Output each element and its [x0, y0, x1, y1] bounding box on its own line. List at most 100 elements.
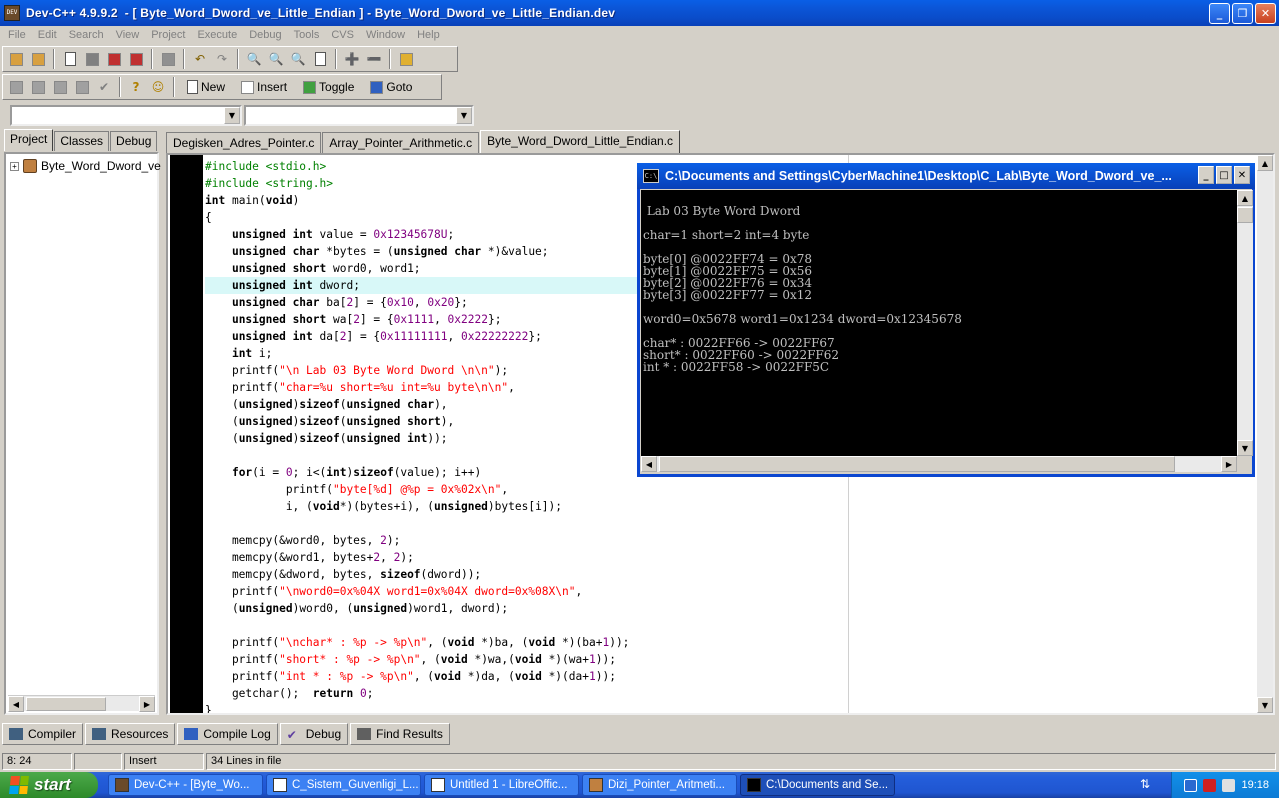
compile-icon[interactable]: [7, 78, 25, 96]
compile-run-icon[interactable]: [51, 78, 69, 96]
menu-edit[interactable]: Edit: [32, 29, 63, 41]
minimize-button[interactable]: _: [1209, 3, 1230, 24]
editor-vscrollbar[interactable]: ▲ ▼: [1257, 155, 1273, 713]
open-project-icon[interactable]: [7, 50, 25, 68]
scroll-up-icon[interactable]: ▲: [1257, 155, 1273, 171]
project-tree-item[interactable]: + Byte_Word_Dword_ve: [10, 159, 161, 173]
scroll-left-icon[interactable]: ◀: [641, 456, 657, 472]
menu-debug[interactable]: Debug: [243, 29, 287, 41]
devcpp-app-icon[interactable]: DEV: [4, 5, 20, 21]
print-icon[interactable]: [159, 50, 177, 68]
console-maximize-button[interactable]: □: [1216, 166, 1232, 184]
scroll-right-icon[interactable]: ▶: [139, 696, 155, 712]
scroll-left-icon[interactable]: ◀: [8, 696, 24, 712]
code-line[interactable]: printf("byte[%d] @%p = 0x%02x\n",: [205, 481, 805, 498]
tab-classes[interactable]: Classes: [54, 131, 110, 151]
redo-icon[interactable]: ↷: [213, 50, 231, 68]
scroll-thumb[interactable]: [26, 697, 106, 711]
run-icon[interactable]: [29, 78, 47, 96]
save-all-icon[interactable]: [105, 50, 123, 68]
new-file-icon[interactable]: [61, 50, 79, 68]
toggle-bookmark-button[interactable]: Toggle: [297, 77, 360, 97]
tab-compile-log[interactable]: Compile Log: [177, 723, 278, 745]
code-line[interactable]: [205, 515, 805, 532]
code-line[interactable]: memcpy(&dword, bytes, sizeof(dword));: [205, 566, 805, 583]
scroll-right-icon[interactable]: ▶: [1221, 456, 1237, 472]
menu-view[interactable]: View: [110, 29, 146, 41]
menu-window[interactable]: Window: [360, 29, 411, 41]
menu-search[interactable]: Search: [63, 29, 110, 41]
menu-help[interactable]: Help: [411, 29, 446, 41]
code-line[interactable]: [205, 617, 805, 634]
chevron-down-icon[interactable]: ▼: [224, 107, 240, 124]
check-icon[interactable]: ✔: [95, 78, 113, 96]
tab-project[interactable]: Project: [4, 129, 54, 151]
volume-icon[interactable]: [1222, 778, 1236, 792]
replace-icon[interactable]: 🔍: [267, 50, 285, 68]
goto-bookmark-button[interactable]: Goto: [364, 77, 418, 97]
tab-degisken-adres-pointer[interactable]: Degisken_Adres_Pointer.c: [166, 132, 322, 153]
console-close-button[interactable]: ✕: [1234, 166, 1250, 184]
scroll-down-icon[interactable]: ▼: [1237, 440, 1253, 456]
code-line[interactable]: printf("int * : %p -> %p\n", (void *)da,…: [205, 668, 805, 685]
new-class-button[interactable]: New: [181, 77, 231, 97]
task-c-sistem-guvenligi[interactable]: C_Sistem_Guvenligi_L...: [266, 774, 421, 796]
maximize-button[interactable]: ❐: [1232, 3, 1253, 24]
help-icon[interactable]: ?: [127, 78, 145, 96]
code-line[interactable]: }: [205, 702, 805, 713]
menu-cvs[interactable]: CVS: [325, 29, 360, 41]
antivirus-icon[interactable]: [1203, 778, 1217, 792]
project-options-icon[interactable]: [397, 50, 415, 68]
task-console[interactable]: C:\Documents and Se...: [740, 774, 895, 796]
task-dizi-pointer[interactable]: Dizi_Pointer_Aritmeti...: [582, 774, 737, 796]
member-combo[interactable]: ▼: [244, 105, 474, 126]
insert-button[interactable]: Insert: [235, 77, 293, 97]
class-combo[interactable]: ▼: [10, 105, 242, 126]
goto-line-icon[interactable]: [311, 50, 329, 68]
network-icon[interactable]: ⇅: [1140, 777, 1154, 793]
chevron-down-icon[interactable]: ▼: [456, 107, 472, 124]
save-icon[interactable]: [83, 50, 101, 68]
start-button[interactable]: start: [0, 772, 98, 798]
remove-from-project-icon[interactable]: ➖: [365, 50, 383, 68]
code-line[interactable]: (unsigned)word0, (unsigned)word1, dword)…: [205, 600, 805, 617]
menu-tools[interactable]: Tools: [288, 29, 326, 41]
scroll-thumb[interactable]: [1237, 207, 1253, 223]
scroll-down-icon[interactable]: ▼: [1257, 697, 1273, 713]
console-minimize-button[interactable]: _: [1198, 166, 1214, 184]
tab-resources[interactable]: Resources: [85, 723, 176, 745]
expand-icon[interactable]: +: [10, 161, 19, 171]
close-project-icon[interactable]: [29, 50, 47, 68]
code-line[interactable]: memcpy(&word1, bytes+2, 2);: [205, 549, 805, 566]
console-vscrollbar[interactable]: ▲ ▼: [1237, 190, 1253, 456]
code-line[interactable]: printf("\nchar* : %p -> %p\n", (void *)b…: [205, 634, 805, 651]
scroll-thumb[interactable]: [659, 456, 1175, 472]
code-line[interactable]: memcpy(&word0, bytes, 2);: [205, 532, 805, 549]
editor-gutter[interactable]: [170, 155, 203, 713]
console-title-bar[interactable]: C:\ C:\Documents and Settings\CyberMachi…: [637, 163, 1255, 189]
close-file-icon[interactable]: [127, 50, 145, 68]
tab-debug[interactable]: Debug: [110, 131, 158, 151]
project-hscrollbar[interactable]: ◀ ▶: [8, 695, 155, 712]
tab-debug-output[interactable]: ✔ Debug: [279, 723, 349, 745]
menu-project[interactable]: Project: [145, 29, 191, 41]
tab-array-pointer-arithmetic[interactable]: Array_Pointer_Arithmetic.c: [322, 132, 480, 153]
code-line[interactable]: i, (void*)(bytes+i), (unsigned)bytes[i])…: [205, 498, 805, 515]
tab-byte-word-dword[interactable]: Byte_Word_Dword_Little_Endian.c: [480, 130, 681, 153]
task-libreoffice[interactable]: Untitled 1 - LibreOffic...: [424, 774, 579, 796]
scroll-up-icon[interactable]: ▲: [1237, 190, 1253, 206]
back-icon[interactable]: [1184, 778, 1198, 792]
undo-icon[interactable]: ↶: [191, 50, 209, 68]
close-button[interactable]: ✕: [1255, 3, 1276, 24]
about-icon[interactable]: ☺: [149, 78, 167, 96]
tab-compiler[interactable]: Compiler: [2, 723, 84, 745]
code-line[interactable]: getchar(); return 0;: [205, 685, 805, 702]
menu-file[interactable]: File: [2, 29, 32, 41]
task-devcpp[interactable]: Dev-C++ - [Byte_Wo...: [108, 774, 263, 796]
console-window[interactable]: C:\ C:\Documents and Settings\CyberMachi…: [637, 163, 1255, 477]
code-line[interactable]: printf("\nword0=0x%04X word1=0x%04X dwor…: [205, 583, 805, 600]
tab-find-results[interactable]: Find Results: [350, 723, 450, 745]
find-next-icon[interactable]: 🔍: [289, 50, 307, 68]
menu-execute[interactable]: Execute: [191, 29, 243, 41]
console-hscrollbar[interactable]: ◀ ▶: [641, 456, 1237, 472]
